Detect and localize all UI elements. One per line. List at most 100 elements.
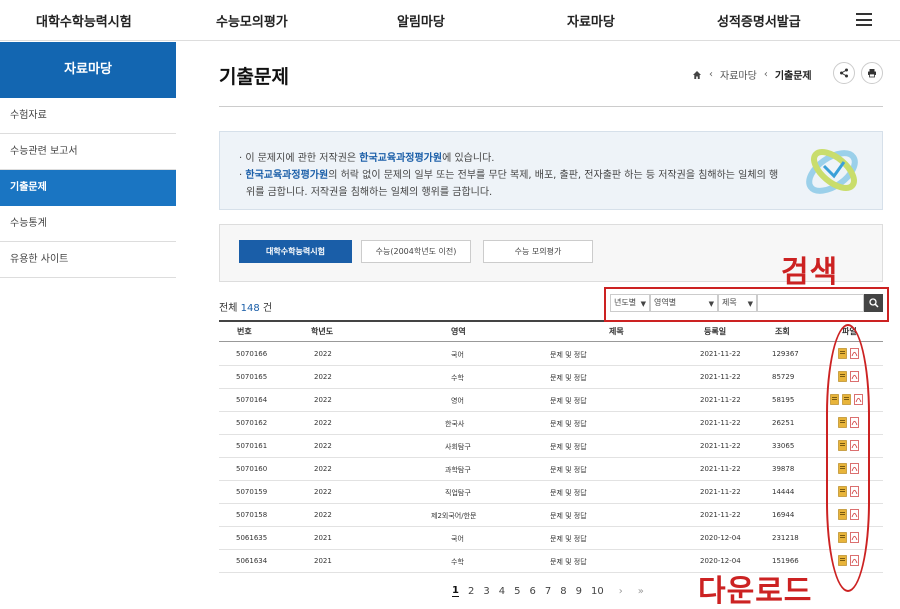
cell-date: 2021-11-22	[700, 442, 741, 450]
table-row[interactable]: 5070164 2022 영어 문제 및 정답 2021-11-22 58195	[219, 389, 883, 412]
cell-date: 2020-12-04	[700, 534, 741, 542]
cell-year: 2022	[314, 442, 332, 450]
cell-number: 5070165	[236, 373, 268, 381]
nav-item-certificate[interactable]: 성적증명서발급	[717, 11, 801, 30]
table-row[interactable]: 5070160 2022 과학탐구 문제 및 정답 2021-11-22 39878	[219, 458, 883, 481]
page-link[interactable]: 10	[591, 586, 604, 597]
cell-area: 과학탐구	[445, 466, 471, 474]
page-link[interactable]: 5	[514, 586, 520, 597]
count-suffix: 건	[262, 303, 273, 314]
cell-area: 직업탐구	[445, 489, 471, 497]
last-page-icon[interactable]: »	[638, 586, 644, 597]
total-count: 전체 148 건	[219, 299, 272, 314]
cell-title-link[interactable]: 문제 및 정답	[550, 350, 587, 360]
page-link[interactable]: 6	[529, 586, 535, 597]
cell-views: 151966	[772, 557, 799, 565]
table-row[interactable]: 5070158 2022 제2외국어/한문 문제 및 정답 2021-11-22 1694…	[219, 504, 883, 527]
page-link[interactable]: 8	[560, 586, 566, 597]
table-row[interactable]: 5070162 2022 한국사 문제 및 정답 2021-11-22 26251	[219, 412, 883, 435]
title-divider	[219, 106, 883, 107]
page-link[interactable]: 7	[545, 586, 551, 597]
cell-title-link[interactable]: 문제 및 정답	[550, 373, 587, 383]
notice-text: 의 허락 없이 문제의 일부 또는 전부를 무단 복제, 배포, 출판, 전자출…	[328, 170, 779, 181]
cell-title-link[interactable]: 문제 및 정답	[550, 442, 587, 452]
sidebar-item-reports[interactable]: 수능관련 보고서	[0, 134, 176, 170]
page-link[interactable]: 9	[576, 586, 582, 597]
cell-title-link[interactable]: 문제 및 정답	[550, 534, 587, 544]
cell-title-link[interactable]: 문제 및 정답	[550, 465, 587, 475]
breadcrumb-item-current: 기출문제	[774, 71, 812, 82]
nav-item-mock-exam[interactable]: 수능모의평가	[216, 11, 288, 30]
share-button[interactable]	[833, 62, 855, 84]
cell-number: 5070159	[236, 488, 268, 496]
sidebar-item-past-exams[interactable]: 기출문제	[0, 170, 176, 206]
cell-area: 한국사	[445, 420, 465, 428]
cell-number: 5070158	[236, 511, 268, 519]
page-link[interactable]: 2	[468, 586, 474, 597]
sidebar-item-exam-materials[interactable]: 수험자료	[0, 98, 176, 134]
cell-area: 사회탐구	[445, 443, 471, 451]
tab-mock-exam[interactable]: 수능 모의평가	[483, 240, 593, 263]
table-row[interactable]: 5061635 2021 국어 문제 및 정답 2020-12-04 231218	[219, 527, 883, 550]
nav-item-notice[interactable]: 알림마당	[397, 11, 445, 30]
tab-csat-before-2004[interactable]: 수능(2004학년도 이전)	[361, 240, 471, 263]
cell-number: 5070166	[236, 350, 268, 358]
col-year: 학년도	[311, 327, 334, 336]
table-row[interactable]: 5070166 2022 국어 문제 및 정답 2021-11-22 129367	[219, 343, 883, 366]
nav-item-resources[interactable]: 자료마당	[567, 11, 615, 30]
menu-icon[interactable]	[856, 13, 872, 26]
cell-year: 2022	[314, 373, 332, 381]
table-header: 번호 학년도 영역 제목 등록일 조회 파일	[219, 320, 883, 342]
col-date: 등록일	[704, 327, 727, 336]
cell-year: 2021	[314, 557, 332, 565]
download-annotation: 다운로드	[698, 574, 813, 609]
cell-number: 5070162	[236, 419, 268, 427]
cell-title-link[interactable]: 문제 및 정답	[550, 557, 587, 567]
notice-text: · 이 문제지에 관한 저작권은	[239, 153, 360, 164]
sidebar-item-useful-sites[interactable]: 유용한 사이트	[0, 242, 176, 278]
cell-area: 영어	[451, 397, 464, 405]
table-row[interactable]: 5070165 2022 수학 문제 및 정답 2021-11-22 85729	[219, 366, 883, 389]
copyright-notice: · 이 문제지에 관한 저작권은 한국교육과정평가원에 있습니다. · 한국교육…	[219, 131, 883, 210]
notice-bullet: ·	[239, 170, 243, 181]
cell-number: 5061635	[236, 534, 268, 542]
cell-title-link[interactable]: 문제 및 정답	[550, 511, 587, 521]
cell-year: 2022	[314, 488, 332, 496]
search-annotation: 검색	[781, 255, 839, 290]
tab-csat[interactable]: 대학수학능력시험	[239, 240, 352, 263]
breadcrumb: ‹ 자료마당 ‹ 기출문제	[692, 67, 812, 82]
cell-date: 2021-11-22	[700, 396, 741, 404]
sidebar-item-statistics[interactable]: 수능통계	[0, 206, 176, 242]
page-title: 기출문제	[219, 66, 289, 88]
nav-item-csat[interactable]: 대학수학능력시험	[36, 11, 132, 30]
table-row[interactable]: 5070161 2022 사회탐구 문제 및 정답 2021-11-22 33065	[219, 435, 883, 458]
cell-year: 2022	[314, 350, 332, 358]
col-views: 조회	[775, 327, 790, 336]
cell-date: 2021-11-22	[700, 511, 741, 519]
print-button[interactable]	[861, 62, 883, 84]
chevron-left-icon: ‹	[709, 69, 713, 80]
cell-title-link[interactable]: 문제 및 정답	[550, 488, 587, 498]
cell-area: 수학	[451, 558, 464, 566]
notice-org: 한국교육과정평가원	[245, 170, 329, 181]
cell-views: 33065	[772, 442, 795, 450]
download-highlight-oval	[826, 324, 870, 592]
breadcrumb-item-resources[interactable]: 자료마당	[720, 67, 757, 82]
notice-line-1: · 이 문제지에 관한 저작권은 한국교육과정평가원에 있습니다.	[239, 149, 494, 164]
next-page-icon[interactable]: ›	[619, 586, 623, 597]
page-link[interactable]: 4	[499, 586, 505, 597]
cell-title-link[interactable]: 문제 및 정답	[550, 419, 587, 429]
top-navigation: 대학수학능력시험 수능모의평가 알림마당 자료마당 성적증명서발급	[0, 0, 900, 41]
cell-views: 231218	[772, 534, 799, 542]
cell-views: 14444	[772, 488, 795, 496]
cell-area: 수학	[451, 374, 464, 382]
cell-date: 2021-11-22	[700, 419, 741, 427]
page-link[interactable]: 1	[452, 585, 459, 597]
sidebar: 자료마당 수험자료 수능관련 보고서 기출문제 수능통계 유용한 사이트	[0, 42, 176, 278]
pagination: 1 2 3 4 5 6 7 8 9 10 › »	[452, 585, 653, 597]
notice-text: 에 있습니다.	[442, 153, 495, 164]
cell-title-link[interactable]: 문제 및 정답	[550, 396, 587, 406]
home-icon[interactable]	[692, 70, 702, 80]
table-row[interactable]: 5070159 2022 직업탐구 문제 및 정답 2021-11-22 14444	[219, 481, 883, 504]
page-link[interactable]: 3	[483, 586, 489, 597]
